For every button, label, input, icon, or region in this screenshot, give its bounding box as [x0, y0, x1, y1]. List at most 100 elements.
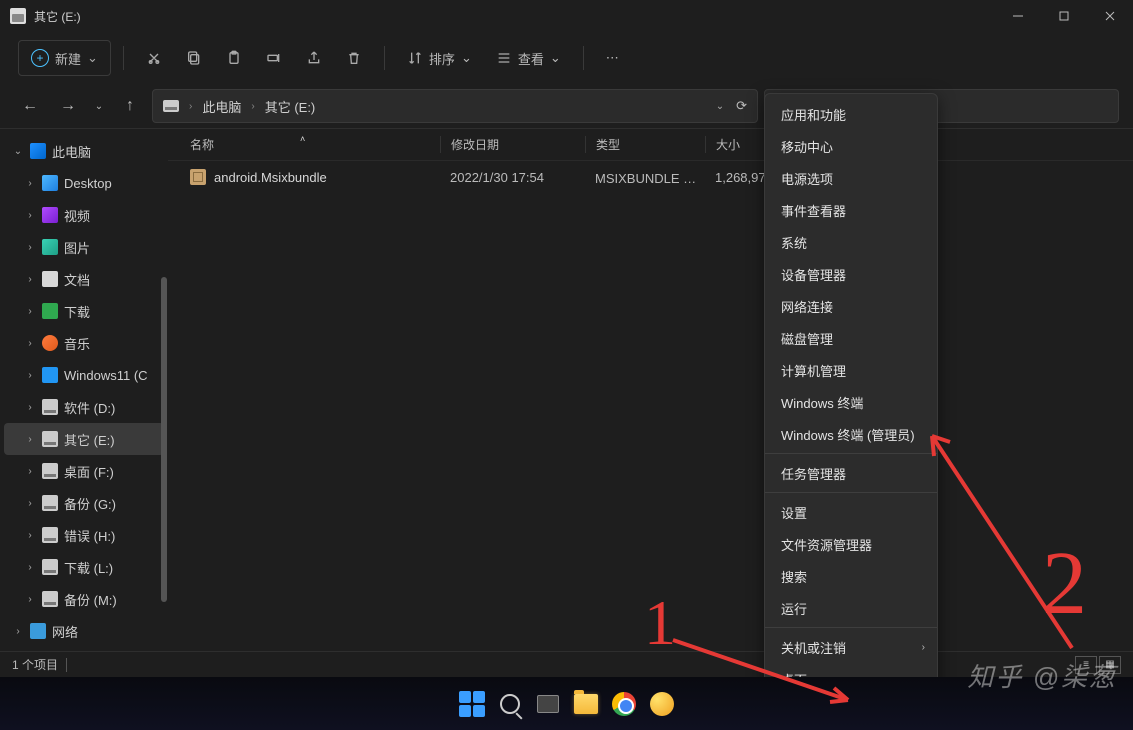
view-button[interactable]: 查看 ⌄: [486, 40, 571, 76]
ico-drive-icon: [42, 399, 58, 415]
ico-win-icon: [42, 367, 58, 383]
sidebar-item[interactable]: 桌面 (F:): [4, 455, 164, 487]
sidebar-item[interactable]: 错误 (H:): [4, 519, 164, 551]
share-button[interactable]: [296, 40, 332, 76]
context-menu-label: 事件查看器: [781, 201, 846, 220]
col-date[interactable]: 修改日期: [440, 136, 585, 153]
maximize-button[interactable]: [1041, 0, 1087, 32]
up-button[interactable]: ↑: [114, 90, 146, 122]
file-name: android.Msixbundle: [214, 170, 327, 185]
separator: [583, 46, 584, 70]
watermark: 知乎 @柒葱: [967, 657, 1117, 694]
sidebar-item[interactable]: 软件 (D:): [4, 391, 164, 423]
sort-asc-icon: ˄: [300, 134, 305, 144]
separator: [66, 658, 67, 672]
sidebar-item-label: 文档: [64, 270, 90, 289]
context-menu-item[interactable]: 电源选项: [765, 162, 937, 194]
context-menu-label: 移动中心: [781, 137, 833, 156]
context-menu-item[interactable]: 网络连接: [765, 290, 937, 322]
ico-drive-icon: [42, 591, 58, 607]
context-menu-item[interactable]: 搜索: [765, 560, 937, 592]
task-view-button[interactable]: [534, 690, 562, 718]
sort-button[interactable]: 排序 ⌄: [397, 40, 482, 76]
new-button[interactable]: + 新建 ⌄: [18, 40, 111, 76]
sidebar-item[interactable]: 此电脑: [4, 135, 164, 167]
sidebar-item[interactable]: 网络: [4, 615, 164, 647]
col-size[interactable]: 大小: [705, 136, 765, 153]
context-menu-item[interactable]: 移动中心: [765, 130, 937, 162]
context-menu-label: 设置: [781, 503, 807, 522]
breadcrumb-current[interactable]: 其它 (E:): [265, 97, 316, 116]
sidebar-item[interactable]: 其它 (E:): [4, 423, 164, 455]
sidebar-item[interactable]: Windows11 (C: [4, 359, 164, 391]
address-bar[interactable]: › 此电脑 › 其它 (E:) ⌄ ⟳: [152, 89, 758, 123]
sidebar-item[interactable]: 音乐: [4, 327, 164, 359]
more-button[interactable]: ⋯: [596, 40, 629, 76]
sidebar-item[interactable]: 备份 (G:): [4, 487, 164, 519]
address-dropdown[interactable]: ⌄: [716, 101, 724, 112]
copy-button[interactable]: [176, 40, 212, 76]
ico-drive-icon: [42, 527, 58, 543]
explorer-taskbar-icon[interactable]: [572, 690, 600, 718]
chrome-taskbar-icon[interactable]: [610, 690, 638, 718]
sidebar-item-label: Windows11 (C: [64, 368, 148, 383]
sidebar-item[interactable]: 图片: [4, 231, 164, 263]
sidebar-item-label: 网络: [52, 622, 78, 641]
context-menu-item[interactable]: 文件资源管理器: [765, 528, 937, 560]
context-menu-item[interactable]: Windows 终端 (管理员): [765, 418, 937, 450]
ico-video-icon: [42, 207, 58, 223]
file-row[interactable]: android.Msixbundle2022/1/30 17:54MSIXBUN…: [168, 161, 1133, 193]
ico-net-icon: [30, 623, 46, 639]
context-menu-label: 搜索: [781, 567, 807, 586]
ico-drive-icon: [42, 431, 58, 447]
minimize-button[interactable]: [995, 0, 1041, 32]
status-text: 1 个项目: [12, 656, 58, 673]
context-menu-item[interactable]: 运行: [765, 592, 937, 624]
back-button[interactable]: ←: [14, 90, 46, 122]
sidebar-item-label: 音乐: [64, 334, 90, 353]
context-menu-item[interactable]: 设备管理器: [765, 258, 937, 290]
expand-caret-icon: [24, 274, 36, 285]
sidebar-item-label: Desktop: [64, 176, 112, 191]
context-menu-item[interactable]: Windows 终端: [765, 386, 937, 418]
menu-separator: [765, 453, 937, 454]
delete-button[interactable]: [336, 40, 372, 76]
context-menu-item[interactable]: 系统: [765, 226, 937, 258]
recent-button[interactable]: ⌄: [90, 90, 108, 122]
refresh-button[interactable]: ⟳: [736, 98, 747, 114]
context-menu-item[interactable]: 设置: [765, 496, 937, 528]
sidebar-item[interactable]: 文档: [4, 263, 164, 295]
context-menu-item[interactable]: 计算机管理: [765, 354, 937, 386]
cut-button[interactable]: [136, 40, 172, 76]
col-type[interactable]: 类型: [585, 136, 705, 153]
menu-separator: [765, 627, 937, 628]
ico-music-icon: [42, 335, 58, 351]
col-name[interactable]: 名称 ˄: [190, 136, 440, 153]
view-label: 查看: [518, 49, 544, 68]
forward-button[interactable]: →: [52, 90, 84, 122]
context-menu-item[interactable]: 事件查看器: [765, 194, 937, 226]
window-buttons: [995, 0, 1133, 32]
paste-button[interactable]: [216, 40, 252, 76]
sidebar-item[interactable]: 视频: [4, 199, 164, 231]
file-rows: android.Msixbundle2022/1/30 17:54MSIXBUN…: [168, 161, 1133, 193]
close-button[interactable]: [1087, 0, 1133, 32]
expand-caret-icon: [24, 402, 36, 413]
sidebar-item-label: 图片: [64, 238, 90, 257]
expand-caret-icon: [24, 306, 36, 317]
taskbar-search-button[interactable]: [496, 690, 524, 718]
context-menu-item[interactable]: 应用和功能: [765, 98, 937, 130]
start-button[interactable]: [458, 690, 486, 718]
rename-button[interactable]: [256, 40, 292, 76]
chevron-right-icon: ›: [251, 101, 254, 112]
context-menu-item[interactable]: 磁盘管理: [765, 322, 937, 354]
scrollbar-thumb[interactable]: [161, 277, 167, 602]
context-menu-item[interactable]: 任务管理器: [765, 457, 937, 489]
menu-separator: [765, 492, 937, 493]
sidebar-item[interactable]: 下载 (L:): [4, 551, 164, 583]
breadcrumb-root[interactable]: 此电脑: [202, 97, 241, 116]
sidebar-item[interactable]: 下载: [4, 295, 164, 327]
ico-drive-icon: [42, 559, 58, 575]
sidebar-item[interactable]: 备份 (M:): [4, 583, 164, 615]
sidebar-item[interactable]: Desktop: [4, 167, 164, 199]
